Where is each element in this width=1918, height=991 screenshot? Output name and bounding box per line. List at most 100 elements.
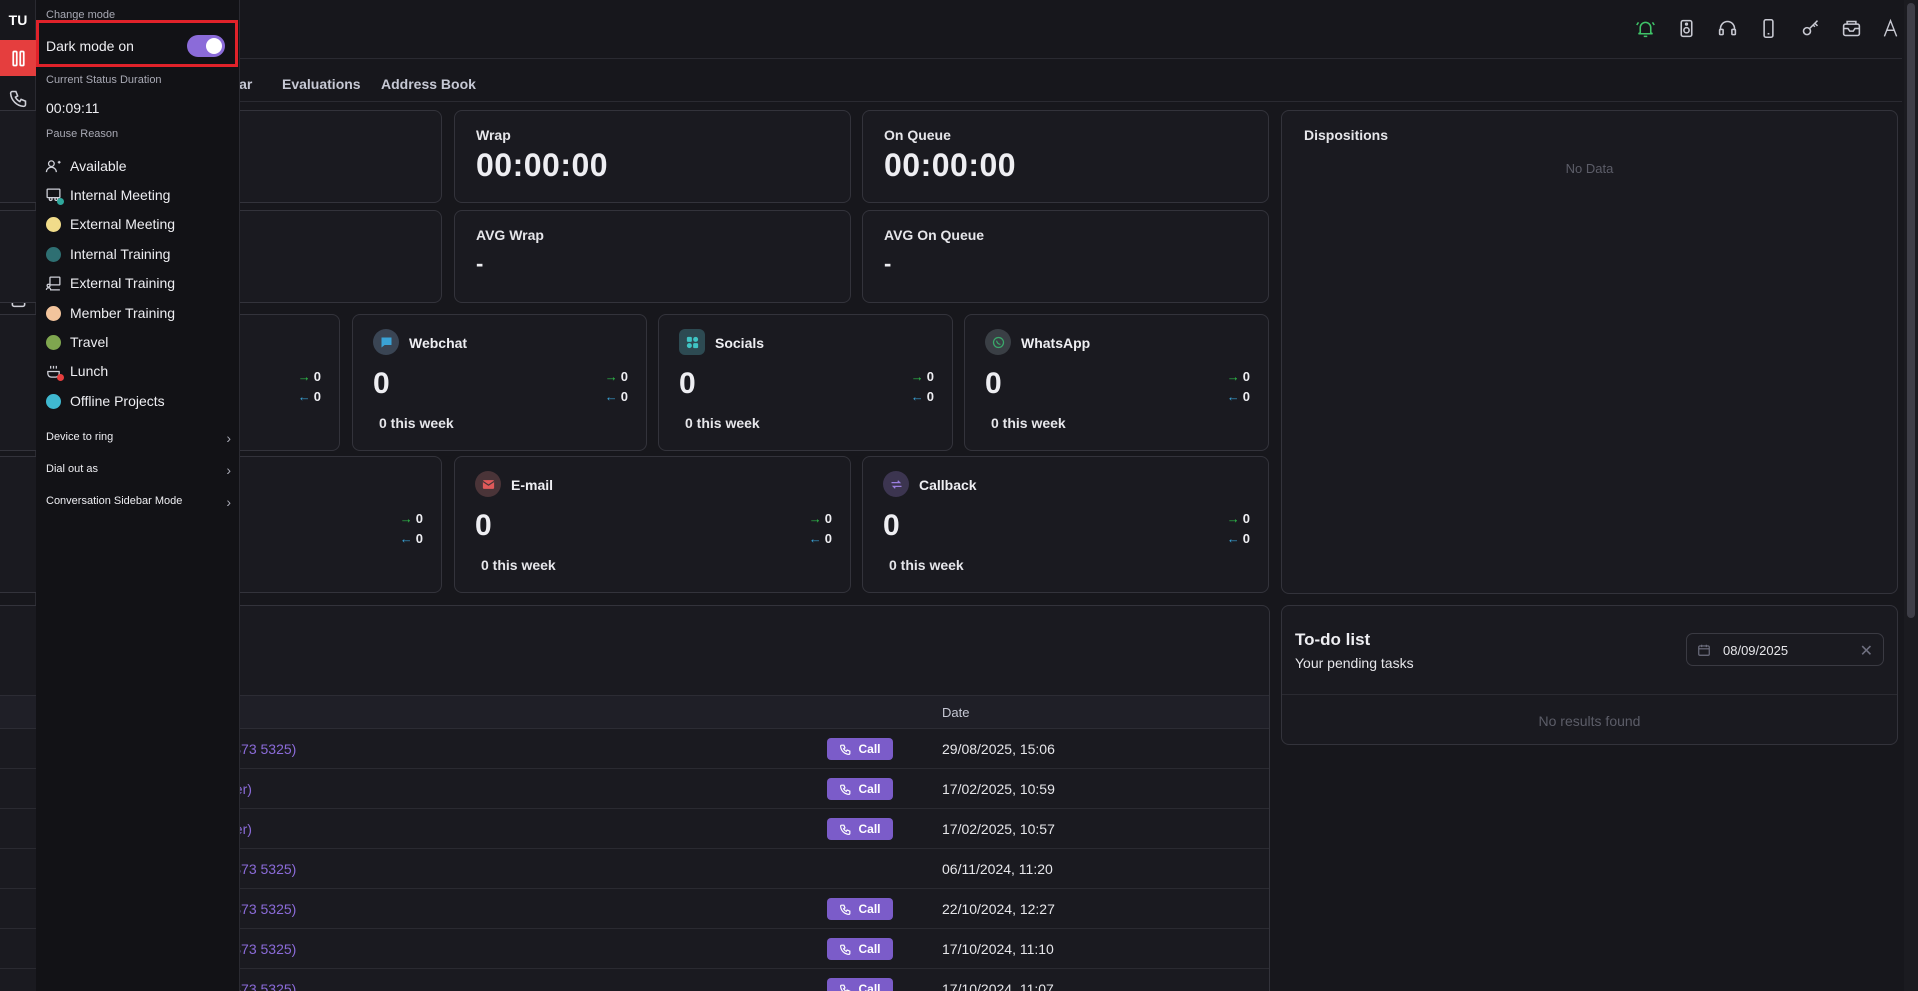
channel-name: E-mail — [511, 477, 554, 493]
status-item-lunch[interactable]: Lunch — [44, 360, 108, 382]
lunch-icon — [44, 362, 64, 381]
phone-icon — [840, 824, 851, 835]
alarm-bell-button[interactable] — [1633, 16, 1657, 40]
scrollbar-thumb[interactable] — [1907, 3, 1915, 618]
status-button[interactable] — [0, 40, 36, 76]
speaker-icon — [1679, 19, 1693, 37]
stat-label: Wrap — [476, 127, 511, 143]
todo-empty: No results found — [1538, 713, 1641, 729]
channel-stats: → 0 ← 0 — [1226, 511, 1250, 546]
call-button[interactable]: Call — [827, 818, 893, 840]
todo-subtitle: Your pending tasks — [1295, 655, 1414, 671]
stat-card-avg-on-queue: AVG On Queue - — [862, 210, 1269, 303]
call-button-label: Call — [858, 742, 881, 756]
call-date: 06/11/2024, 11:20 — [942, 861, 1053, 877]
socials-icon — [679, 329, 705, 355]
outgoing-arrow-icon: → — [910, 369, 924, 384]
mail-icon — [475, 471, 501, 497]
call-button-label: Call — [858, 942, 881, 956]
mobile-button[interactable] — [1756, 16, 1780, 40]
submenu-dial-out-as[interactable]: Dial out as › — [46, 462, 231, 478]
channel-card-callback: Callback 0 → 0 ← 0 0 this week — [862, 456, 1269, 593]
meeting-icon — [44, 186, 64, 205]
status-item-external-meeting[interactable]: External Meeting — [44, 213, 175, 235]
top-header — [36, 0, 1902, 59]
submenu-device-to-ring[interactable]: Device to ring › — [46, 430, 231, 446]
stat-value: 00:00:00 — [884, 147, 1017, 183]
tab-bar: ndar Evaluations Address Book — [36, 64, 1902, 102]
channel-count: 0 — [373, 367, 390, 400]
speaker-button[interactable] — [1674, 16, 1698, 40]
outgoing-arrow-icon: → — [399, 511, 413, 526]
pause-icon — [11, 50, 25, 66]
status-item-internal-training[interactable]: Internal Training — [44, 243, 170, 265]
dispositions-panel: Dispositions No Data — [1281, 110, 1898, 594]
call-button[interactable]: Call — [827, 978, 893, 991]
dark-mode-label: Dark mode on — [46, 38, 134, 54]
todo-date-picker[interactable]: 08/09/2025 ✕ — [1686, 633, 1884, 666]
status-item-external-training[interactable]: External Training — [44, 272, 175, 294]
status-dot-icon — [45, 216, 61, 232]
language-button[interactable] — [1878, 16, 1902, 40]
stat-card-avg-wrap: AVG Wrap - — [454, 210, 851, 303]
headset-icon — [1718, 20, 1736, 35]
status-item-member-training[interactable]: Member Training — [44, 302, 175, 324]
call-button[interactable]: Call — [827, 738, 893, 760]
user-avatar[interactable]: TU — [0, 2, 36, 38]
outgoing-arrow-icon: → — [1226, 369, 1240, 384]
tab-evaluations[interactable]: Evaluations — [282, 76, 361, 92]
headset-button[interactable] — [1715, 16, 1739, 40]
toggle-knob — [206, 38, 222, 54]
channel-stats: → 0 ← 0 — [808, 511, 832, 546]
incoming-arrow-icon: ← — [1226, 389, 1240, 404]
call-date: 17/10/2024, 11:07 — [942, 981, 1054, 991]
key-button[interactable] — [1798, 16, 1822, 40]
whatsapp-icon — [985, 329, 1011, 355]
mobile-phone-icon — [1762, 18, 1774, 38]
status-item-travel[interactable]: Travel — [44, 331, 108, 353]
incoming-arrow-icon: ← — [808, 531, 822, 546]
channel-name: Callback — [919, 477, 977, 493]
stat-label: AVG Wrap — [476, 227, 544, 243]
outgoing-arrow-icon: → — [297, 369, 311, 384]
channel-stats: → 0 ← 0 — [910, 369, 934, 404]
status-item-available[interactable]: Available — [44, 155, 127, 177]
call-button[interactable]: Call — [827, 898, 893, 920]
submenu-conversation-sidebar-mode[interactable]: Conversation Sidebar Mode › — [46, 494, 231, 510]
column-header-date: Date — [942, 705, 970, 720]
chat-bubble-icon — [373, 329, 399, 355]
call-date: 17/10/2024, 11:10 — [942, 941, 1054, 957]
channel-count: 0 — [475, 509, 492, 542]
stat-value: - — [884, 251, 892, 276]
call-button[interactable]: Call — [827, 778, 893, 800]
channel-name: Socials — [715, 335, 765, 351]
phone-icon — [840, 944, 851, 955]
channel-week: 0 this week — [991, 415, 1066, 431]
dark-mode-toggle[interactable] — [187, 35, 225, 57]
status-duration-value: 00:09:11 — [46, 100, 100, 116]
pause-reason-label: Pause Reason — [46, 128, 119, 140]
clear-date-icon[interactable]: ✕ — [1860, 641, 1873, 661]
call-date: 22/10/2024, 12:27 — [942, 901, 1055, 917]
status-item-internal-meeting[interactable]: Internal Meeting — [44, 184, 170, 206]
user-add-icon — [44, 157, 62, 175]
status-item-offline-projects[interactable]: Offline Projects — [44, 390, 165, 412]
key-icon — [1802, 19, 1818, 35]
outgoing-arrow-icon: → — [808, 511, 822, 526]
chevron-right-icon: › — [226, 462, 231, 478]
channel-week: 0 this week — [889, 557, 964, 573]
status-duration-label: Current Status Duration — [46, 74, 162, 86]
status-dot-icon — [45, 334, 61, 350]
channel-stats: → 0 ← 0 — [604, 369, 628, 404]
call-date: 29/08/2025, 15:06 — [942, 741, 1055, 757]
call-button[interactable]: Call — [827, 938, 893, 960]
channel-count: 0 — [985, 367, 1002, 400]
todo-panel: To-do list Your pending tasks 08/09/2025… — [1281, 605, 1898, 745]
tab-address-book[interactable]: Address Book — [381, 76, 476, 92]
phone-icon — [9, 90, 26, 107]
page-scrollbar[interactable] — [1904, 0, 1918, 991]
inbox-button[interactable] — [1839, 16, 1863, 40]
phone-icon — [840, 744, 851, 755]
incoming-arrow-icon: ← — [399, 531, 413, 546]
channel-week: 0 this week — [685, 415, 760, 431]
